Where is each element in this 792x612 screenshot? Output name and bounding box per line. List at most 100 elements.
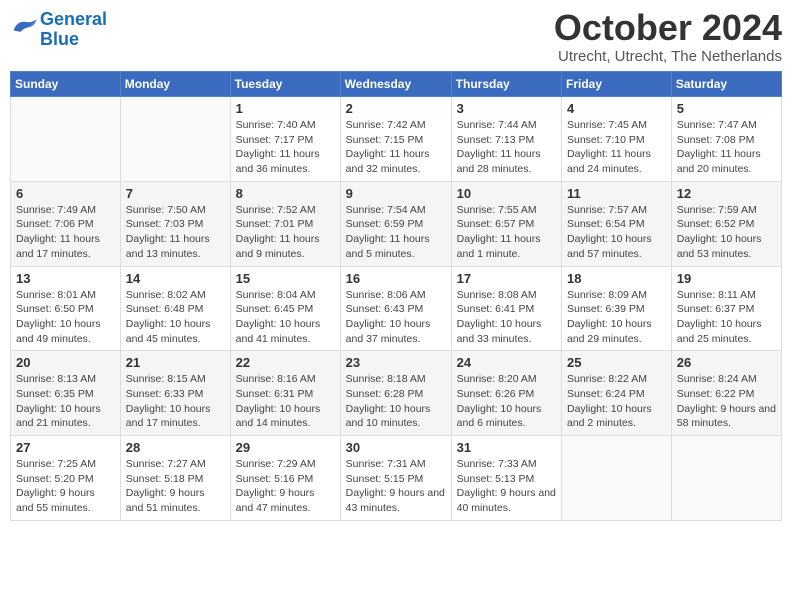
calendar-cell: 18 Sunrise: 8:09 AM Sunset: 6:39 PM Dayli… (562, 266, 672, 351)
logo-text: General (40, 10, 107, 30)
calendar-week-row: 20 Sunrise: 8:13 AM Sunset: 6:35 PM Dayli… (11, 351, 782, 436)
day-detail: Sunrise: 8:22 AM Sunset: 6:24 PM Dayligh… (567, 372, 666, 431)
calendar-cell: 2Sunrise: 7:42 AM Sunset: 7:15 PM Daylig… (340, 97, 451, 182)
day-detail: Sunrise: 7:27 AM Sunset: 5:18 PM Dayligh… (126, 457, 225, 516)
day-number: 17 (457, 271, 556, 286)
calendar-cell: 11Sunrise: 7:57 AM Sunset: 6:54 PM Dayli… (562, 181, 672, 266)
day-detail: Sunrise: 7:52 AM Sunset: 7:01 PM Dayligh… (236, 203, 335, 262)
page-header: General Blue October 2024 Utrecht, Utrec… (10, 10, 782, 65)
day-detail: Sunrise: 8:11 AM Sunset: 6:37 PM Dayligh… (677, 288, 776, 347)
day-number: 2 (346, 101, 446, 116)
calendar-cell: 9Sunrise: 7:54 AM Sunset: 6:59 PM Daylig… (340, 181, 451, 266)
day-number: 5 (677, 101, 776, 116)
location-subtitle: Utrecht, Utrecht, The Netherlands (554, 48, 782, 65)
day-number: 15 (236, 271, 335, 286)
day-number: 20 (16, 355, 115, 370)
day-number: 18 (567, 271, 666, 286)
calendar-cell: 29Sunrise: 7:29 AM Sunset: 5:16 PM Dayli… (230, 436, 340, 521)
day-detail: Sunrise: 7:59 AM Sunset: 6:52 PM Dayligh… (677, 203, 776, 262)
calendar-cell: 4 Sunrise: 7:45 AM Sunset: 7:10 PM Daylig… (562, 97, 672, 182)
calendar-cell: 16 Sunrise: 8:06 AM Sunset: 6:43 PM Dayli… (340, 266, 451, 351)
day-detail: Sunrise: 7:54 AM Sunset: 6:59 PM Dayligh… (346, 203, 446, 262)
day-detail: Sunrise: 8:02 AM Sunset: 6:48 PM Dayligh… (126, 288, 225, 347)
calendar-cell: 25Sunrise: 8:22 AM Sunset: 6:24 PM Dayli… (562, 351, 672, 436)
logo: General Blue (10, 10, 107, 50)
day-number: 7 (126, 186, 225, 201)
calendar-header-sunday: Sunday (11, 72, 121, 97)
calendar-header-row: SundayMondayTuesdayWednesdayThursdayFrid… (11, 72, 782, 97)
calendar-header-friday: Friday (562, 72, 672, 97)
day-detail: Sunrise: 8:01 AM Sunset: 6:50 PM Dayligh… (16, 288, 115, 347)
day-number: 30 (346, 440, 446, 455)
calendar-week-row: 1 Sunrise: 7:40 AM Sunset: 7:17 PM Daylig… (11, 97, 782, 182)
day-number: 12 (677, 186, 776, 201)
day-detail: Sunrise: 7:50 AM Sunset: 7:03 PM Dayligh… (126, 203, 225, 262)
calendar-header-tuesday: Tuesday (230, 72, 340, 97)
calendar-cell: 14 Sunrise: 8:02 AM Sunset: 6:48 PM Dayli… (120, 266, 230, 351)
calendar-cell: 30 Sunrise: 7:31 AM Sunset: 5:15 PM Dayli… (340, 436, 451, 521)
day-number: 26 (677, 355, 776, 370)
day-number: 22 (236, 355, 335, 370)
day-number: 31 (457, 440, 556, 455)
day-detail: Sunrise: 8:15 AM Sunset: 6:33 PM Dayligh… (126, 372, 225, 431)
day-detail: Sunrise: 7:47 AM Sunset: 7:08 PM Dayligh… (677, 118, 776, 177)
day-number: 13 (16, 271, 115, 286)
calendar-cell: 19 Sunrise: 8:11 AM Sunset: 6:37 PM Dayli… (671, 266, 781, 351)
day-number: 10 (457, 186, 556, 201)
calendar-table: SundayMondayTuesdayWednesdayThursdayFrid… (10, 71, 782, 521)
day-number: 14 (126, 271, 225, 286)
month-title: October 2024 (554, 10, 782, 46)
day-detail: Sunrise: 8:20 AM Sunset: 6:26 PM Dayligh… (457, 372, 556, 431)
day-detail: Sunrise: 7:49 AM Sunset: 7:06 PM Dayligh… (16, 203, 115, 262)
day-detail: Sunrise: 8:13 AM Sunset: 6:35 PM Dayligh… (16, 372, 115, 431)
day-number: 19 (677, 271, 776, 286)
calendar-cell: 20 Sunrise: 8:13 AM Sunset: 6:35 PM Dayli… (11, 351, 121, 436)
calendar-cell (120, 97, 230, 182)
title-area: October 2024 Utrecht, Utrecht, The Nethe… (554, 10, 782, 65)
day-detail: Sunrise: 8:06 AM Sunset: 6:43 PM Dayligh… (346, 288, 446, 347)
day-detail: Sunrise: 8:04 AM Sunset: 6:45 PM Dayligh… (236, 288, 335, 347)
calendar-cell (562, 436, 672, 521)
day-detail: Sunrise: 8:18 AM Sunset: 6:28 PM Dayligh… (346, 372, 446, 431)
calendar-cell: 5 Sunrise: 7:47 AM Sunset: 7:08 PM Daylig… (671, 97, 781, 182)
logo-text2: Blue (40, 30, 107, 50)
day-number: 23 (346, 355, 446, 370)
calendar-cell: 3 Sunrise: 7:44 AM Sunset: 7:13 PM Daylig… (451, 97, 561, 182)
day-detail: Sunrise: 8:09 AM Sunset: 6:39 PM Dayligh… (567, 288, 666, 347)
day-number: 16 (346, 271, 446, 286)
day-number: 21 (126, 355, 225, 370)
calendar-cell: 13 Sunrise: 8:01 AM Sunset: 6:50 PM Dayli… (11, 266, 121, 351)
day-number: 6 (16, 186, 115, 201)
calendar-week-row: 13 Sunrise: 8:01 AM Sunset: 6:50 PM Dayli… (11, 266, 782, 351)
day-detail: Sunrise: 7:31 AM Sunset: 5:15 PM Dayligh… (346, 457, 446, 516)
calendar-cell: 15 Sunrise: 8:04 AM Sunset: 6:45 PM Dayli… (230, 266, 340, 351)
calendar-cell: 28Sunrise: 7:27 AM Sunset: 5:18 PM Dayli… (120, 436, 230, 521)
calendar-cell (11, 97, 121, 182)
day-number: 1 (236, 101, 335, 116)
calendar-cell: 10 Sunrise: 7:55 AM Sunset: 6:57 PM Dayli… (451, 181, 561, 266)
calendar-cell (671, 436, 781, 521)
logo-bird-icon (10, 16, 38, 38)
calendar-cell: 1 Sunrise: 7:40 AM Sunset: 7:17 PM Daylig… (230, 97, 340, 182)
day-number: 3 (457, 101, 556, 116)
calendar-cell: 22Sunrise: 8:16 AM Sunset: 6:31 PM Dayli… (230, 351, 340, 436)
calendar-cell: 24 Sunrise: 8:20 AM Sunset: 6:26 PM Dayli… (451, 351, 561, 436)
day-detail: Sunrise: 8:24 AM Sunset: 6:22 PM Dayligh… (677, 372, 776, 431)
calendar-cell: 27Sunrise: 7:25 AM Sunset: 5:20 PM Dayli… (11, 436, 121, 521)
day-detail: Sunrise: 7:55 AM Sunset: 6:57 PM Dayligh… (457, 203, 556, 262)
calendar-header-thursday: Thursday (451, 72, 561, 97)
calendar-cell: 8 Sunrise: 7:52 AM Sunset: 7:01 PM Daylig… (230, 181, 340, 266)
day-number: 8 (236, 186, 335, 201)
day-detail: Sunrise: 7:44 AM Sunset: 7:13 PM Dayligh… (457, 118, 556, 177)
calendar-cell: 26 Sunrise: 8:24 AM Sunset: 6:22 PM Dayli… (671, 351, 781, 436)
calendar-cell: 23 Sunrise: 8:18 AM Sunset: 6:28 PM Dayli… (340, 351, 451, 436)
calendar-cell: 7 Sunrise: 7:50 AM Sunset: 7:03 PM Daylig… (120, 181, 230, 266)
calendar-cell: 17Sunrise: 8:08 AM Sunset: 6:41 PM Dayli… (451, 266, 561, 351)
calendar-header-saturday: Saturday (671, 72, 781, 97)
day-detail: Sunrise: 7:45 AM Sunset: 7:10 PM Dayligh… (567, 118, 666, 177)
calendar-week-row: 6 Sunrise: 7:49 AM Sunset: 7:06 PM Daylig… (11, 181, 782, 266)
day-detail: Sunrise: 7:40 AM Sunset: 7:17 PM Dayligh… (236, 118, 335, 177)
day-number: 4 (567, 101, 666, 116)
day-number: 24 (457, 355, 556, 370)
calendar-header-wednesday: Wednesday (340, 72, 451, 97)
